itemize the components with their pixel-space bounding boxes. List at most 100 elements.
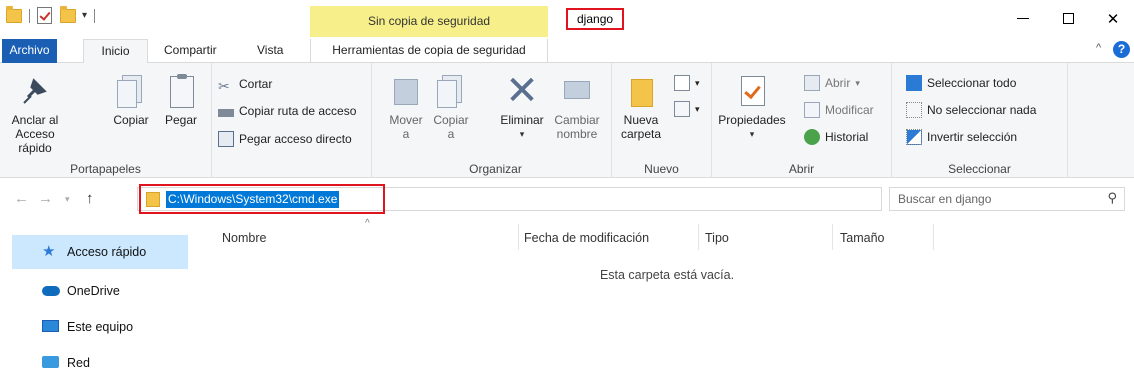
ribbon: Anclar al Acceso rápido Copiar Pegar Por… <box>0 63 1134 178</box>
paste-shortcut-label: Pegar acceso directo <box>239 132 352 146</box>
copy-button[interactable]: Copiar <box>110 67 152 127</box>
nav-item-label: Acceso rápido <box>67 245 147 259</box>
properties-quick-icon[interactable] <box>37 7 52 24</box>
file-list-pane: ^ Nombre Fecha de modificación Tipo Tama… <box>200 216 1134 383</box>
customize-toolbar-dropdown-icon[interactable]: ▾ <box>82 10 87 21</box>
column-header-size[interactable]: Tamaño <box>840 226 884 250</box>
copy-path-button[interactable]: Copiar ruta de acceso <box>218 101 356 121</box>
tab-share[interactable]: Compartir <box>155 39 226 63</box>
copy-icon <box>114 73 148 109</box>
organize-group-label: Organizar <box>469 162 522 176</box>
delete-button[interactable]: ✕ Eliminar ▾ <box>496 67 548 141</box>
search-input[interactable]: Buscar en django <box>898 192 991 206</box>
navigation-row: ← → ▾ ↑ C:\Windows\System32\cmd.exe ⌵ ↻ … <box>0 182 1134 216</box>
tab-backup-tools[interactable]: Herramientas de copia de seguridad <box>310 39 548 63</box>
copy-path-icon <box>218 109 234 117</box>
context-tab-title: Sin copia de seguridad <box>310 6 548 37</box>
edit-button[interactable]: Modificar <box>804 100 874 120</box>
paste-icon <box>164 73 198 109</box>
easy-access-icon <box>674 101 690 117</box>
select-all-icon <box>906 75 922 91</box>
search-box[interactable]: Buscar en django ⚲ <box>889 187 1125 211</box>
select-none-button[interactable]: No seleccionar nada <box>906 100 1036 120</box>
cut-button[interactable]: ✂ Cortar <box>218 74 272 94</box>
column-divider[interactable] <box>933 224 934 250</box>
delete-dropdown-icon[interactable]: ▾ <box>496 127 548 141</box>
nav-item-this-pc[interactable]: Este equipo <box>12 310 188 344</box>
easy-access-dropdown-icon: ▾ <box>695 104 700 114</box>
open-dropdown-icon: ▾ <box>855 78 860 88</box>
paste-shortcut-button[interactable]: Pegar acceso directo <box>218 129 352 149</box>
folder-icon <box>146 192 160 207</box>
delete-label: Eliminar <box>500 113 544 127</box>
copy-to-button[interactable]: Copiar a <box>430 67 472 141</box>
new-group-label: Nuevo <box>644 162 679 176</box>
move-to-button[interactable]: Mover a <box>386 67 426 141</box>
history-label: Historial <box>825 130 869 144</box>
open-group-label: Abrir <box>788 162 815 176</box>
close-button[interactable]: ✕ <box>1090 0 1134 37</box>
address-bar[interactable]: C:\Windows\System32\cmd.exe ⌵ ↻ <box>137 187 1009 211</box>
delete-x-icon: ✕ <box>505 69 539 113</box>
toolbar-separator <box>29 8 30 23</box>
properties-label: Propiedades <box>718 113 786 127</box>
column-header-date-modified[interactable]: Fecha de modificación <box>524 226 649 250</box>
select-all-button[interactable]: Seleccionar todo <box>906 73 1016 93</box>
history-button[interactable]: Historial <box>804 127 868 147</box>
computer-icon <box>42 320 59 334</box>
scissors-icon: ✂ <box>218 78 230 94</box>
help-icon[interactable]: ? <box>1113 41 1130 58</box>
properties-dropdown-icon[interactable]: ▾ <box>716 127 788 141</box>
tab-home[interactable]: Inicio <box>83 39 148 64</box>
title-bar: ▾ Sin copia de seguridad django ✕ <box>0 0 1134 37</box>
new-folder-icon <box>624 73 658 109</box>
column-header-name[interactable]: Nombre <box>222 226 266 250</box>
up-arrow-icon[interactable]: ↑ <box>86 190 94 207</box>
column-divider[interactable] <box>698 224 699 250</box>
new-group: Nueva carpeta ▾ ▾ Nuevo <box>612 63 712 178</box>
copy-label: Copiar <box>113 113 149 127</box>
back-arrow-icon[interactable]: ← <box>14 190 29 207</box>
easy-access-button[interactable]: ▾ <box>674 99 700 119</box>
nav-item-quick-access[interactable]: ★ Acceso rápido <box>12 235 188 269</box>
new-folder-button[interactable]: Nueva carpeta <box>618 67 664 141</box>
paste-button[interactable]: Pegar <box>160 67 202 127</box>
forward-arrow-icon[interactable]: → <box>38 190 53 207</box>
nav-item-onedrive[interactable]: OneDrive <box>12 274 188 308</box>
new-item-button[interactable]: ▾ <box>674 73 700 93</box>
minimize-button[interactable] <box>1000 0 1046 37</box>
maximize-button[interactable] <box>1045 0 1091 37</box>
clipboard-small-buttons: ✂ Cortar Copiar ruta de acceso Pegar acc… <box>212 63 372 178</box>
paste-shortcut-icon <box>218 131 234 147</box>
new-folder-label: Nueva carpeta <box>620 113 662 141</box>
organize-group: Mover a Copiar a ✕ Eliminar ▾ Cambiar no… <box>380 63 612 178</box>
select-group-label: Seleccionar <box>948 162 1011 176</box>
pin-quick-access-button[interactable]: Anclar al Acceso rápido <box>2 67 68 155</box>
tab-file[interactable]: Archivo <box>2 39 57 63</box>
ribbon-tabs: Archivo Inicio Compartir Vista Herramien… <box>0 37 1134 64</box>
cloud-icon <box>42 284 60 298</box>
window-title: django <box>566 8 625 30</box>
rename-button[interactable]: Cambiar nombre <box>550 67 604 141</box>
folder-icon <box>6 5 22 23</box>
minimize-icon <box>1017 18 1029 19</box>
network-icon <box>42 356 59 370</box>
column-divider[interactable] <box>832 224 833 250</box>
recent-locations-chevron-icon[interactable]: ▾ <box>65 194 70 205</box>
new-folder-quick-icon[interactable] <box>60 5 76 23</box>
properties-button[interactable]: Propiedades ▾ <box>716 67 788 141</box>
toolbar-separator <box>94 8 96 23</box>
open-button[interactable]: Abrir ▾ <box>804 73 860 93</box>
search-icon[interactable]: ⚲ <box>1107 190 1117 206</box>
tab-view[interactable]: Vista <box>248 39 292 63</box>
copy-to-icon <box>434 73 468 109</box>
column-header-type[interactable]: Tipo <box>705 226 729 250</box>
nav-item-network[interactable]: Red <box>12 346 188 380</box>
invert-selection-icon <box>906 129 922 145</box>
copy-to-label: Copiar a <box>433 113 469 141</box>
collapse-ribbon-chevron-icon[interactable]: ^ <box>1096 42 1101 54</box>
move-to-label: Mover a <box>389 113 423 141</box>
invert-selection-button[interactable]: Invertir selección <box>906 127 1017 147</box>
address-input[interactable]: C:\Windows\System32\cmd.exe <box>166 191 340 208</box>
column-divider[interactable] <box>518 224 519 250</box>
